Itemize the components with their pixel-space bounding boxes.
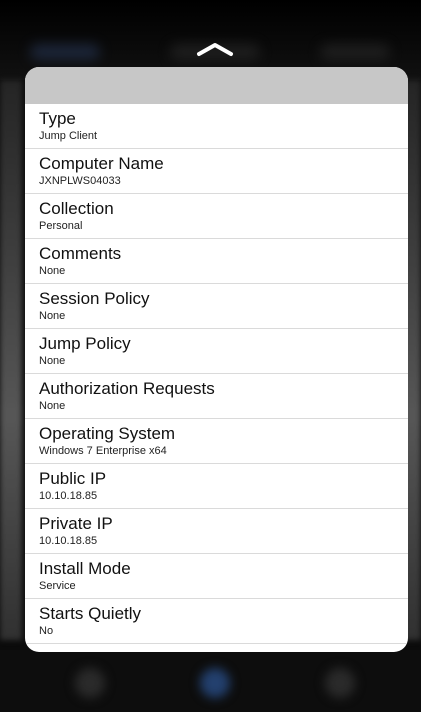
detail-label: Type — [39, 109, 76, 128]
detail-value: 10.10.18.85 — [39, 490, 98, 502]
dismiss-handle[interactable] — [195, 40, 235, 58]
detail-label: Operating System — [39, 424, 176, 443]
detail-row: Collection Personal — [25, 194, 408, 239]
detail-value: None — [39, 265, 66, 277]
detail-value: Service — [39, 580, 76, 592]
card-header — [25, 67, 408, 104]
detail-value: No — [39, 625, 54, 637]
detail-row: Comments None — [25, 239, 408, 284]
detail-label: Public IP — [39, 469, 107, 488]
detail-row: Starts Quietly No — [25, 599, 408, 644]
background-edge — [0, 80, 22, 640]
detail-value: None — [39, 355, 66, 367]
detail-row: Computer Name JXNPLWS04033 — [25, 149, 408, 194]
chevron-up-icon — [197, 43, 233, 56]
detail-row: Private IP 10.10.18.85 — [25, 509, 408, 554]
details-card: Type Jump Client Computer Name JXNPLWS04033… — [25, 67, 408, 652]
background-tab-icon — [75, 668, 105, 698]
detail-label: Comments — [39, 244, 122, 263]
background-blur — [320, 44, 390, 60]
detail-value: Personal — [39, 220, 83, 232]
detail-value: JXNPLWS04033 — [39, 175, 121, 187]
detail-label: Authorization Requests — [39, 379, 215, 398]
detail-value: 10.10.18.85 — [39, 535, 98, 547]
detail-value: Jump Client — [39, 130, 98, 142]
background-tab-bar — [0, 650, 421, 712]
detail-label: Computer Name — [39, 154, 164, 173]
detail-value: None — [39, 400, 66, 412]
detail-value: Windows 7 Enterprise x64 — [39, 445, 167, 457]
details-list[interactable]: Type Jump Client Computer Name JXNPLWS04033… — [25, 104, 408, 644]
detail-row: Type Jump Client — [25, 104, 408, 149]
background-blur — [30, 44, 100, 60]
detail-label: Private IP — [39, 514, 113, 533]
detail-row: Jump Policy None — [25, 329, 408, 374]
detail-label: Session Policy — [39, 289, 150, 308]
detail-label: Install Mode — [39, 559, 131, 578]
detail-row: Install Mode Service — [25, 554, 408, 599]
detail-row: Operating System Windows 7 Enterprise x64 — [25, 419, 408, 464]
background-tab-icon — [200, 668, 230, 698]
detail-label: Jump Policy — [39, 334, 131, 353]
detail-value: None — [39, 310, 66, 322]
detail-row: Authorization Requests None — [25, 374, 408, 419]
detail-label: Starts Quietly — [39, 604, 142, 623]
detail-label: Collection — [39, 199, 114, 218]
detail-row: Public IP 10.10.18.85 — [25, 464, 408, 509]
detail-row: Session Policy None — [25, 284, 408, 329]
background-tab-icon — [325, 668, 355, 698]
